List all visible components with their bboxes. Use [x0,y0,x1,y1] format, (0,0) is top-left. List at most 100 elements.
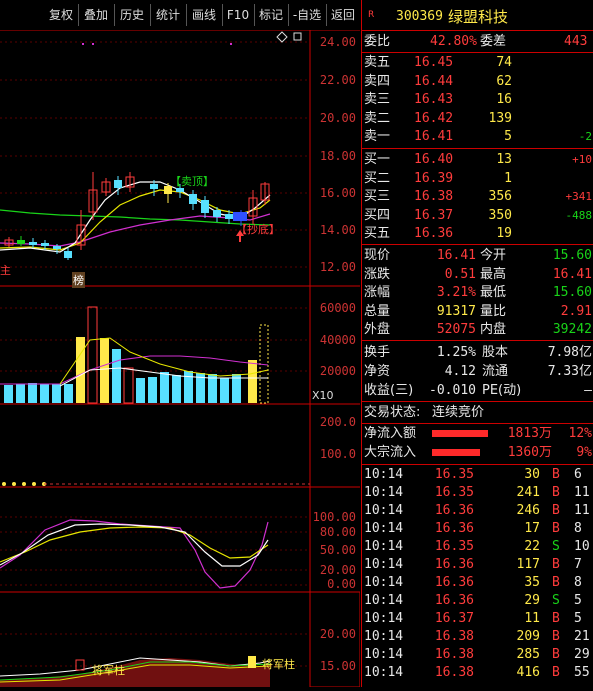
flow-label: 净流入额 [364,426,417,441]
tick-direction: B [552,611,560,626]
fundamental-label: 换手 [364,345,391,360]
flow-row: 净流入额 1813万 12% [362,425,593,443]
tick-volume: 22 [524,539,540,554]
kdj-axis-label: 20.00 [319,563,356,577]
quote-label: 最低 [480,285,507,300]
price-axis-label: 22.00 [319,73,356,87]
tick-time: 10:14 [364,665,404,680]
tick-price: 16.36 [434,593,474,608]
flow-bar [432,430,488,437]
quote-label: 量比 [480,303,507,319]
ask-price: 16.43 [414,92,454,107]
volume-axis-label: 40000 [319,333,356,347]
bid-volume: 1 [504,170,512,186]
tick-count: 8 [574,575,582,590]
general-pillar-label: 将军柱 [92,664,125,677]
quote-value: 16.41 [436,248,476,263]
restore-rights-button[interactable]: 复权 [44,4,79,26]
committee-diff-label: 委差 [480,34,507,49]
draw-line-button[interactable]: 画线 [186,4,223,26]
tick-direction: S [552,539,560,554]
tick-volume: 246 [516,503,540,518]
fundamental-label: 收益(三) [364,383,414,398]
quote-row: 涨跌 0.51 最高 16.41 [362,266,593,284]
quote-value: 15.60 [552,248,592,263]
tick-volume: 11 [524,611,540,626]
quote-panel: R 300369 绿盟科技 委比 42.80% 委差 443 卖五 16.45 74… [361,0,593,687]
tick-volume: 209 [516,629,540,644]
tick-count: 5 [574,611,582,626]
statistics-button[interactable]: 统计 [150,4,187,26]
list-badge: 榜 [72,272,85,288]
tick-row: 10:14 16.38 416 B 55 [362,664,593,682]
tick-volume: 35 [524,575,540,590]
tick-direction: B [552,521,560,536]
quote-label: 内盘 [480,322,507,337]
ind3-area [0,658,270,687]
quote-value: 16.41 [552,266,592,282]
tick-volume: 17 [524,521,540,536]
committee-ratio-value: 42.80% [430,34,477,49]
tick-time: 10:14 [364,575,404,590]
tick-price: 16.35 [434,539,474,554]
flow-value: 1813万 [507,426,552,441]
ask-volume: 62 [496,73,512,89]
signal-dot-row [2,482,46,486]
tick-price: 16.37 [434,611,474,626]
tick-volume: 29 [524,593,540,608]
history-button[interactable]: 历史 [114,4,151,26]
tick-row: 10:14 16.37 11 B 5 [362,610,593,628]
fundamental-value: 7.98亿 [547,345,592,360]
ask-label: 卖一 [364,129,391,144]
ask-price: 16.44 [414,73,454,89]
bid-volume: 13 [496,152,512,167]
bid-price: 16.39 [414,170,454,186]
fundamental-label: 股本 [482,345,509,360]
fundamental-label: 流通 [482,364,509,379]
tick-row: 10:14 16.36 17 B 8 [362,520,593,538]
flow-percent: 9% [576,445,592,460]
tick-time: 10:14 [364,629,404,644]
ask-volume: 5 [504,129,512,144]
add-watchlist-button[interactable]: -自选 [288,4,327,26]
tick-volume: 117 [516,557,540,572]
ask-row: 卖四 16.44 62 [362,73,593,91]
tick-count: 8 [574,521,582,536]
flow-percent: 12% [568,426,592,441]
tick-row: 10:14 16.35 30 B 6 [362,466,593,484]
overlay-button[interactable]: 叠加 [78,4,115,26]
kdj-axis-label: 50.00 [319,543,356,557]
fundamental-value: 7.33亿 [547,364,592,379]
left-tag: 主 [0,264,11,277]
back-button[interactable]: 返回 [326,4,360,26]
quote-row: 现价 16.41 今开 15.60 [362,247,593,265]
volume-axis-label: 20000 [319,364,356,378]
quote-row: 总量 91317 量比 2.91 [362,303,593,321]
tick-row: 10:14 16.36 29 S 5 [362,592,593,610]
tick-price: 16.38 [434,629,474,644]
mark-button[interactable]: 标记 [254,4,289,26]
flow-value: 1360万 [507,445,552,460]
ask-change: -2 [578,130,592,143]
bid-row: 买一 16.40 13 +10 [362,151,593,169]
stock-header: R 300369 绿盟科技 [362,8,593,30]
bid-change: -488 [565,208,593,222]
diamond-marker-icon [276,31,288,43]
bid-price: 16.36 [414,226,454,241]
bid-change: +10 [572,153,592,166]
tick-count: 11 [574,503,590,518]
bid-volume: 19 [496,226,512,241]
ask-row: 卖二 16.42 139 [362,110,593,128]
tick-time: 10:14 [364,611,404,626]
ind3-axis-label: 20.00 [319,627,356,641]
tick-price: 16.38 [434,647,474,662]
ask-volume: 16 [496,92,512,107]
tick-time: 10:14 [364,557,404,572]
tick-price: 16.35 [434,485,474,500]
price-axis-label: 14.00 [319,223,356,237]
fundamental-label: 净资 [364,364,391,379]
tick-count: 21 [574,629,590,644]
tick-price: 16.35 [434,467,474,482]
small-square-icon [293,32,302,41]
f10-button[interactable]: F10 [222,4,255,26]
